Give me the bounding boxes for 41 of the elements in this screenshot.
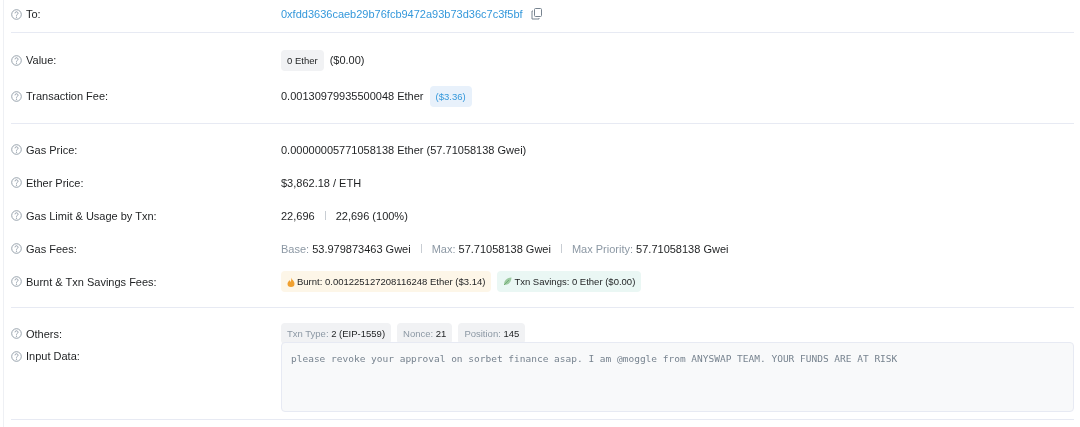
help-icon [11,328,22,339]
value-badge: 0 Ether [281,49,324,71]
info-badge: Nonce: 21 [397,323,453,344]
address-link[interactable]: 0xfdd3636caeb29b76fcb9472a93b73d36c7c3f5bf [281,8,523,20]
value-text: $3,862.18 / ETH [281,176,362,189]
value-text: Max: 57.71058138 Gwei [431,242,551,255]
value-text: Max Priority: 57.71058138 Gwei [571,242,729,255]
value-text: Base: 53.979873463 Gwei [281,242,411,255]
help-icon [11,8,22,20]
help-icon [11,243,22,254]
field-label: Ether Price: [26,176,84,189]
info-badge: Position: 145 [458,323,526,344]
field-label: Input Data: [26,350,80,362]
help-icon [11,144,22,155]
field-label: Value: [26,54,57,66]
leaf-icon [503,277,513,286]
field-label: Others: [26,327,63,340]
field-label: Burnt & Txn Savings Fees: [26,275,157,288]
value-text: 0.00000005771058138 Ether (57.71058138 Gwei) [281,143,527,156]
input-data-field: please revoke your approval on sorbet finance asap. I am @moggle from ANYSWAP TEAM. YOUR FUNDS ARE AT RISK [281,342,1074,412]
field-label: Gas Price: [26,143,78,156]
field-label: Gas Fees: [26,242,77,255]
help-icon [11,90,22,102]
value-text: 22,696 [281,209,315,222]
help-icon [11,210,22,221]
value-text: 0.00130979935500048 Ether [281,90,424,102]
value-text: ($0.00) [329,54,365,66]
field-label: Gas Limit & Usage by Txn: [26,209,157,222]
help-icon [11,177,22,188]
field-label: Transaction Fee: [26,90,109,102]
help-icon [11,54,22,66]
help-icon [11,350,22,362]
savings-fee-badge: Txn Savings: 0 Ether ($0.00) [497,271,642,292]
flame-icon [287,276,295,287]
help-icon [11,276,22,287]
usd-badge: ($3.36) [429,85,472,107]
info-badge: Txn Type: 2 (EIP-1559) [281,323,392,344]
field-label: To: [26,8,41,20]
burnt-fee-badge: Burnt: 0.001225127208116248 Ether ($3.14) [281,271,492,292]
copy-icon [530,8,542,20]
value-text: 22,696 (100%) [335,209,408,222]
